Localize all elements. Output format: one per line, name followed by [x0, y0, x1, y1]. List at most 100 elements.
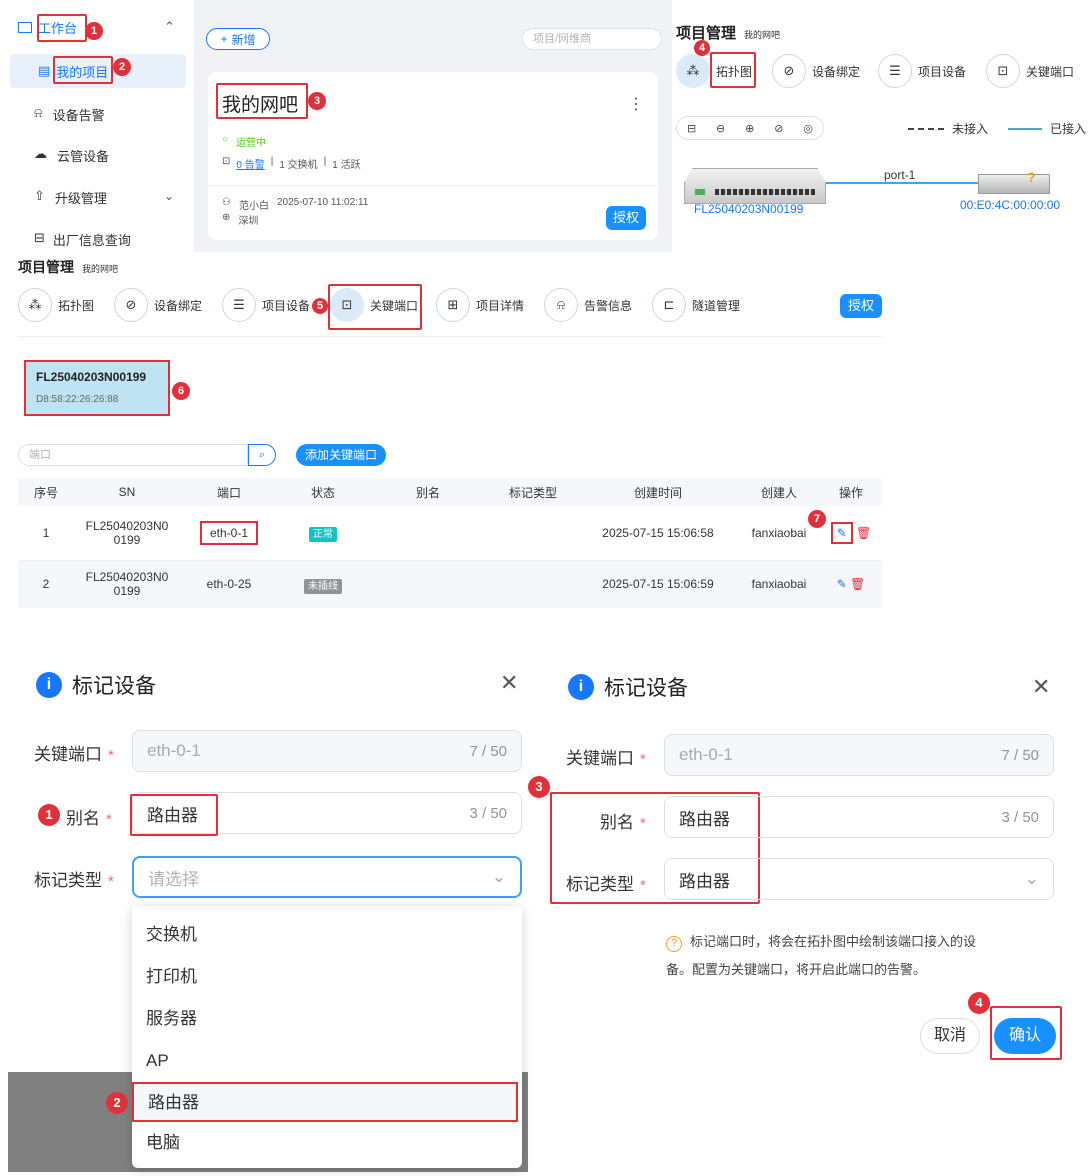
option-server[interactable]: 服务器 [132, 998, 522, 1040]
key-port-value: eth-0-1 [679, 745, 733, 764]
switch-node[interactable] [684, 168, 826, 204]
option-printer[interactable]: 打印机 [132, 956, 522, 998]
monitor-icon [18, 22, 32, 33]
key-port-label: 关键端口 * [34, 745, 114, 764]
hide-icon[interactable]: ◎ [803, 122, 813, 135]
key-port-value: eth-0-1 [147, 741, 201, 760]
device-mac-label: 00:E0:4C:00:00:00 [960, 198, 1061, 212]
upgrade-icon: ⇧ [34, 188, 45, 203]
edit-icon[interactable]: ✎ [830, 521, 853, 544]
type-select[interactable]: 请选择 ⌄ [132, 856, 522, 898]
sidebar-item-factory[interactable]: ⊟ 出厂信息查询 [34, 230, 131, 249]
edit-icon[interactable]: ✎ [837, 577, 847, 591]
legend-label: 已接入 [1050, 122, 1087, 136]
sidebar-item-cloud[interactable]: ☁ 云管设备 [34, 146, 109, 165]
rotate-icon[interactable]: ⊘ [774, 122, 783, 135]
device-card-selected[interactable]: FL25040203N00199 D8:58:22:26:26:88 [24, 360, 170, 416]
tab-project-devices[interactable]: ☰ 项目设备 [222, 288, 310, 322]
more-icon[interactable]: ⋮ [628, 94, 644, 114]
chevron-down-icon[interactable]: ⌄ [164, 189, 174, 203]
cancel-button[interactable]: 取消 [920, 1018, 980, 1054]
option-switch[interactable]: 交换机 [132, 914, 522, 956]
tab-project-devices[interactable]: ☰ 项目设备 [878, 54, 966, 88]
port-icon: ⊡ [986, 54, 1020, 88]
column-header: 序号 [33, 485, 58, 500]
type-select[interactable]: 路由器 ⌄ [664, 858, 1054, 900]
zoom-in-icon[interactable]: ⊕ [745, 122, 754, 135]
tab-topology[interactable]: ⁂ 拓扑图 [18, 288, 94, 322]
tab-label: 隧道管理 [692, 298, 741, 313]
zoom-out-icon[interactable]: ⊖ [716, 122, 725, 135]
tab-key-ports[interactable]: ⊡ 关键端口 [986, 54, 1074, 88]
add-project-button[interactable]: + 新增 [206, 28, 270, 50]
cell-actions: ✎ 🗑 [820, 506, 882, 560]
details-icon: ⊞ [436, 288, 470, 322]
char-count: 3 / 50 [1001, 808, 1039, 826]
cell-type [488, 560, 578, 608]
tab-device-binding[interactable]: ⊘ 设备绑定 [772, 54, 860, 88]
tab-alarm-info[interactable]: ⍾ 告警信息 [544, 288, 632, 322]
sn-line2: 0199 [113, 532, 141, 547]
tip-line1: 标记端口时，将会在拓扑图中绘制该端口接入的设 [690, 934, 977, 949]
cell-port: eth-0-1 [180, 506, 278, 560]
cell-no: 1 [42, 525, 50, 540]
subtitle-text: 我的网吧 [744, 30, 781, 40]
device-mac: D8:58:22:26:26:88 [36, 394, 119, 405]
close-icon[interactable]: ✕ [1032, 674, 1050, 700]
tab-device-binding[interactable]: ⊘ 设备绑定 [114, 288, 202, 322]
chevron-down-icon: ⌄ [1024, 869, 1039, 888]
unknown-device-node[interactable]: ? [978, 169, 1050, 194]
column-header: 端口 [216, 485, 241, 500]
sn-line1: FL25040203N0 [85, 570, 169, 585]
project-search-input[interactable]: 项目/网维商 [522, 28, 662, 50]
desktop-icon: ⊏ [652, 288, 686, 322]
char-count: 7 / 50 [1001, 746, 1039, 764]
active-count: 1 活跃 [332, 160, 361, 171]
tab-tunnel[interactable]: ⊏ 隧道管理 [652, 288, 740, 322]
key-port-field: eth-0-1 7 / 50 [132, 730, 522, 772]
tab-project-details[interactable]: ⊞ 项目详情 [436, 288, 524, 322]
tab-label: 项目详情 [476, 298, 525, 313]
delete-icon[interactable]: 🗑 [850, 577, 865, 591]
tab-label: 项目设备 [262, 298, 311, 313]
fit-icon[interactable]: ⊟ [687, 122, 696, 135]
project-list-panel: + 新增 项目/网维商 我的网吧 ⋮ ○ 运营中 ⊡ 0 告警 | 1 交换机 | 1 … [194, 0, 672, 252]
close-icon[interactable]: ✕ [500, 670, 518, 696]
port-search-input[interactable]: 端口 [18, 444, 248, 466]
key-port-label: 关键端口 * [566, 749, 646, 768]
city-line: ⊕ 深圳 [222, 212, 258, 227]
option-router[interactable]: 路由器 [132, 1082, 518, 1122]
alias-value: 路由器 [679, 809, 730, 829]
cell-no: 2 [42, 577, 50, 592]
page-title: 项目管理 我的网吧 [18, 257, 118, 277]
auth-button[interactable]: 授权 [840, 294, 882, 318]
option-ap[interactable]: AP [132, 1040, 522, 1082]
chevron-up-icon[interactable]: ⌃ [164, 19, 175, 35]
step-marker: 4 [968, 992, 990, 1014]
alias-input[interactable]: 路由器 3 / 50 [664, 796, 1054, 838]
sidebar-item-upgrade[interactable]: ⇧ 升级管理 [34, 188, 107, 207]
add-key-port-button[interactable]: 添加关键端口 [296, 444, 386, 466]
sidebar-item-alarms[interactable]: ⍾ 设备告警 [34, 105, 105, 124]
dialog-title: 标记设备 [72, 675, 156, 698]
delete-icon[interactable]: 🗑 [856, 526, 871, 540]
info-icon: i [36, 672, 62, 698]
plus-icon: + [220, 32, 228, 46]
legend-connected: 已接入 [1008, 120, 1086, 137]
auth-button[interactable]: 授权 [606, 206, 646, 230]
solid-line-icon [1008, 127, 1042, 130]
status-dot-icon: ○ [222, 134, 229, 145]
tip-line2: 备。配置为关键端口，将开启此端口的告警。 [666, 962, 927, 977]
search-button[interactable]: ⌕ [248, 444, 276, 466]
step-marker: 3 [308, 92, 326, 110]
option-pc[interactable]: 电脑 [132, 1122, 522, 1164]
table-row: 2 FL25040203N0 0199 eth-0-25 未插线 2025-07-… [18, 560, 882, 608]
step-marker: 5 [312, 298, 328, 314]
user-icon: ⚇ [222, 197, 231, 208]
alarm-count-link[interactable]: 0 告警 [236, 156, 264, 171]
column-header: 创建时间 [633, 485, 682, 500]
dialog-title: 标记设备 [604, 677, 688, 700]
cell-status: 未插线 [278, 560, 368, 608]
tab-label: 项目设备 [918, 64, 967, 79]
factory-icon: ⊟ [34, 230, 45, 245]
